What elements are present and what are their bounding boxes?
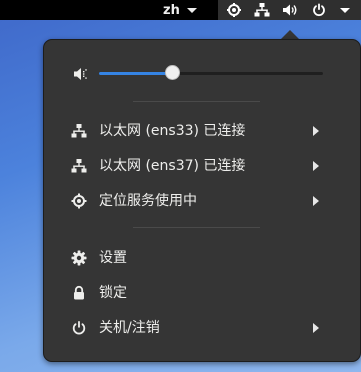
separator (133, 227, 260, 228)
volume-icon (283, 4, 297, 16)
wired-network-icon (71, 159, 87, 173)
menu-item-ethernet-ens37[interactable]: 以太网 (ens37) 已连接 (44, 149, 360, 183)
separator (133, 101, 260, 102)
gear-icon (71, 250, 87, 266)
chevron-right-icon (313, 323, 319, 333)
menu-item-lock[interactable]: 锁定 (44, 276, 360, 310)
network-icon (254, 3, 270, 17)
volume-slider-fill (99, 72, 173, 75)
menu-item-location[interactable]: 定位服务使用中 (44, 184, 360, 218)
lock-icon (74, 285, 84, 300)
volume-low-icon (74, 68, 87, 80)
system-menu: 以太网 (ens33) 已连接 以太网 (ens37) 已连接 定位服务使用中 (43, 39, 361, 362)
dropdown-arrow-icon (186, 7, 197, 13)
menu-item-ethernet-ens33[interactable]: 以太网 (ens33) 已连接 (44, 114, 360, 148)
menu-item-settings[interactable]: 设置 (44, 241, 360, 275)
chevron-right-icon (313, 126, 319, 136)
wired-network-icon (71, 124, 87, 138)
top-bar: zh (0, 0, 361, 20)
power-icon (313, 3, 325, 17)
menu-item-power-off-logout[interactable]: 关机/注销 (44, 311, 360, 345)
volume-slider[interactable] (99, 65, 323, 80)
menu-item-label: 以太网 (ens33) 已连接 (99, 123, 246, 139)
volume-row (44, 60, 360, 88)
menu-item-label: 设置 (99, 250, 127, 266)
volume-slider-handle[interactable] (164, 65, 180, 80)
chevron-right-icon (313, 196, 319, 206)
chevron-right-icon (313, 161, 319, 171)
location-icon (227, 3, 241, 17)
system-status-area[interactable] (218, 0, 361, 20)
menu-item-label: 关机/注销 (99, 320, 160, 336)
menu-item-label: 锁定 (99, 285, 127, 301)
input-method-indicator[interactable]: zh (163, 0, 197, 20)
menu-item-label: 定位服务使用中 (99, 193, 197, 209)
menu-item-label: 以太网 (ens37) 已连接 (99, 158, 246, 174)
power-icon (72, 321, 86, 335)
location-icon (71, 193, 87, 209)
input-method-label: zh (163, 2, 180, 18)
dropdown-arrow-icon (340, 8, 350, 13)
